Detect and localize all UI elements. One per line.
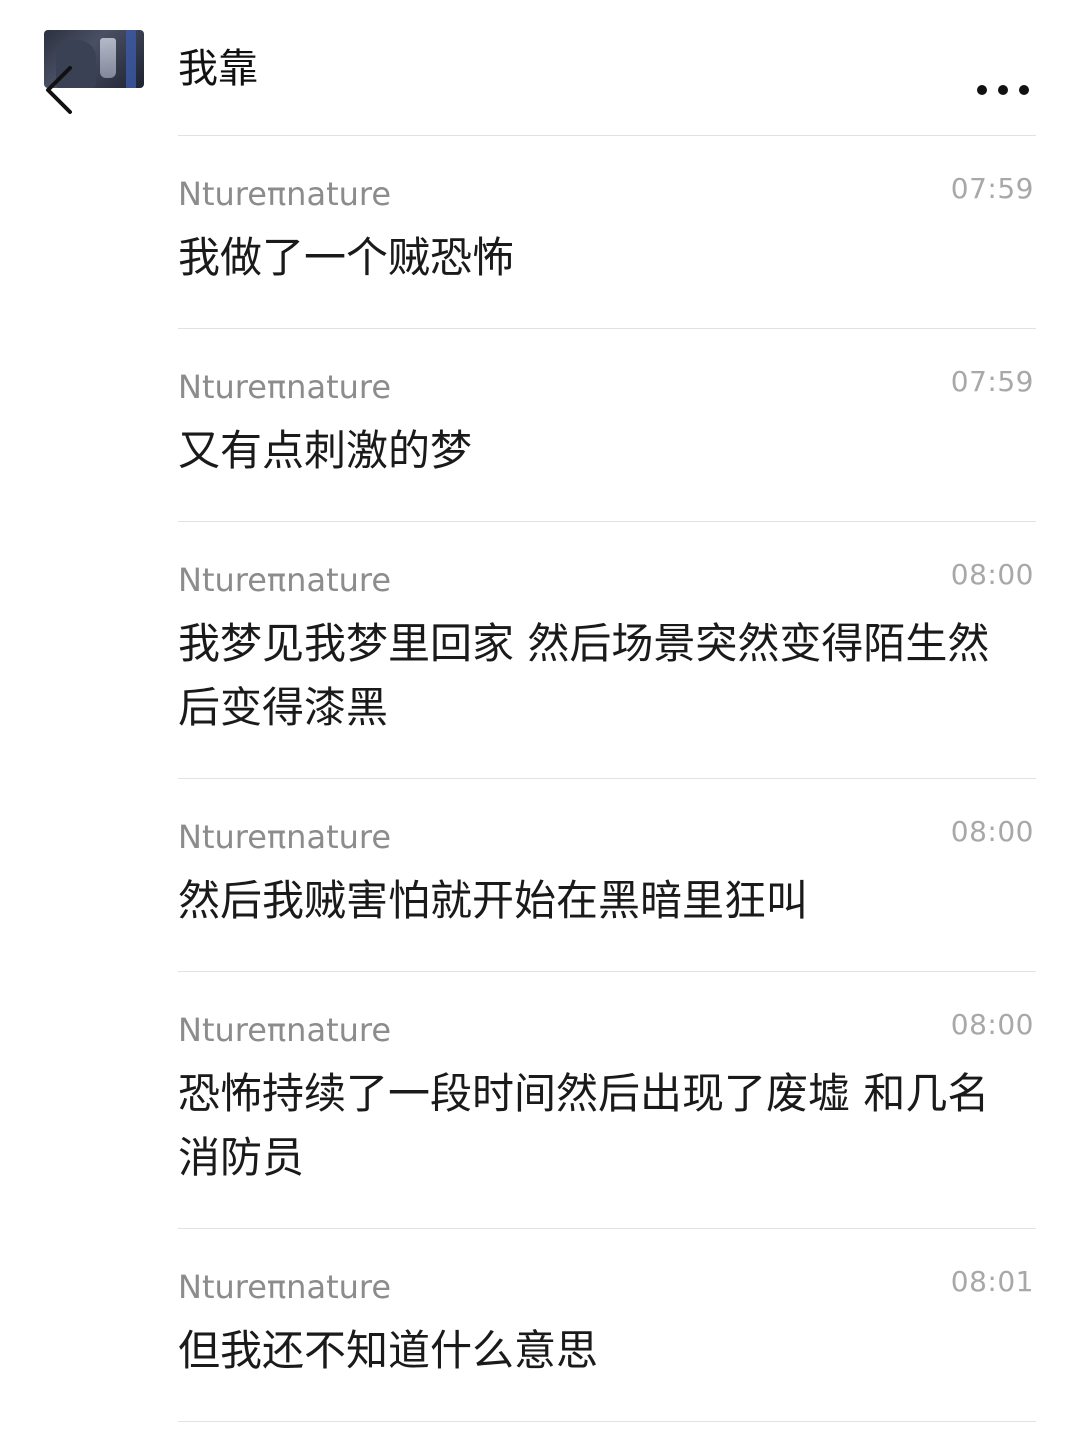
sender-name: Ntureπnature	[178, 1268, 392, 1306]
timestamp: 07:59	[950, 365, 1034, 398]
message-list: Ntureπnature 07:59 我做了一个贼恐怖 Ntureπnature…	[178, 135, 1036, 1422]
message-text: 但我还不知道什么意思	[178, 1326, 599, 1375]
sender-name: Ntureπnature	[178, 1011, 392, 1049]
list-item[interactable]: Ntureπnature 07:59 又有点刺激的梦	[178, 328, 1036, 521]
timestamp: 08:00	[950, 558, 1034, 591]
list-item[interactable]: Ntureπnature 08:00 我梦见我梦里回家 然后场景突然变得陌生然后…	[178, 521, 1036, 778]
sender-name: Ntureπnature	[178, 561, 392, 599]
avatar-accent	[126, 30, 136, 88]
timestamp: 08:00	[950, 1008, 1034, 1041]
list-item[interactable]: Ntureπnature 08:00 然后我贼害怕就开始在黑暗里狂叫	[178, 778, 1036, 971]
list-item[interactable]: Ntureπnature 07:59 我做了一个贼恐怖	[178, 135, 1036, 328]
sender-name: Ntureπnature	[178, 368, 392, 406]
sender-name: Ntureπnature	[178, 818, 392, 856]
chevron-left-icon[interactable]	[40, 62, 80, 118]
message-text: 然后我贼害怕就开始在黑暗里狂叫	[178, 876, 809, 925]
chat-header: 我靠	[0, 0, 1080, 135]
timestamp: 08:01	[950, 1265, 1034, 1298]
timestamp: 08:00	[950, 815, 1034, 848]
timestamp: 07:59	[950, 172, 1034, 205]
more-horizontal-icon[interactable]	[972, 78, 1034, 102]
page-title: 我靠	[178, 46, 258, 92]
list-item[interactable]: Ntureπnature 08:00 恐怖持续了一段时间然后出现了废墟 和几名消…	[178, 971, 1036, 1228]
list-item[interactable]: Ntureπnature 08:01 但我还不知道什么意思	[178, 1228, 1036, 1422]
message-text: 恐怖持续了一段时间然后出现了废墟 和几名消防员	[178, 1069, 990, 1182]
sender-name: Ntureπnature	[178, 175, 392, 213]
avatar-glass	[100, 38, 116, 78]
message-text: 我梦见我梦里回家 然后场景突然变得陌生然后变得漆黑	[178, 619, 990, 732]
message-text: 又有点刺激的梦	[178, 426, 473, 475]
message-text: 我做了一个贼恐怖	[178, 233, 515, 282]
